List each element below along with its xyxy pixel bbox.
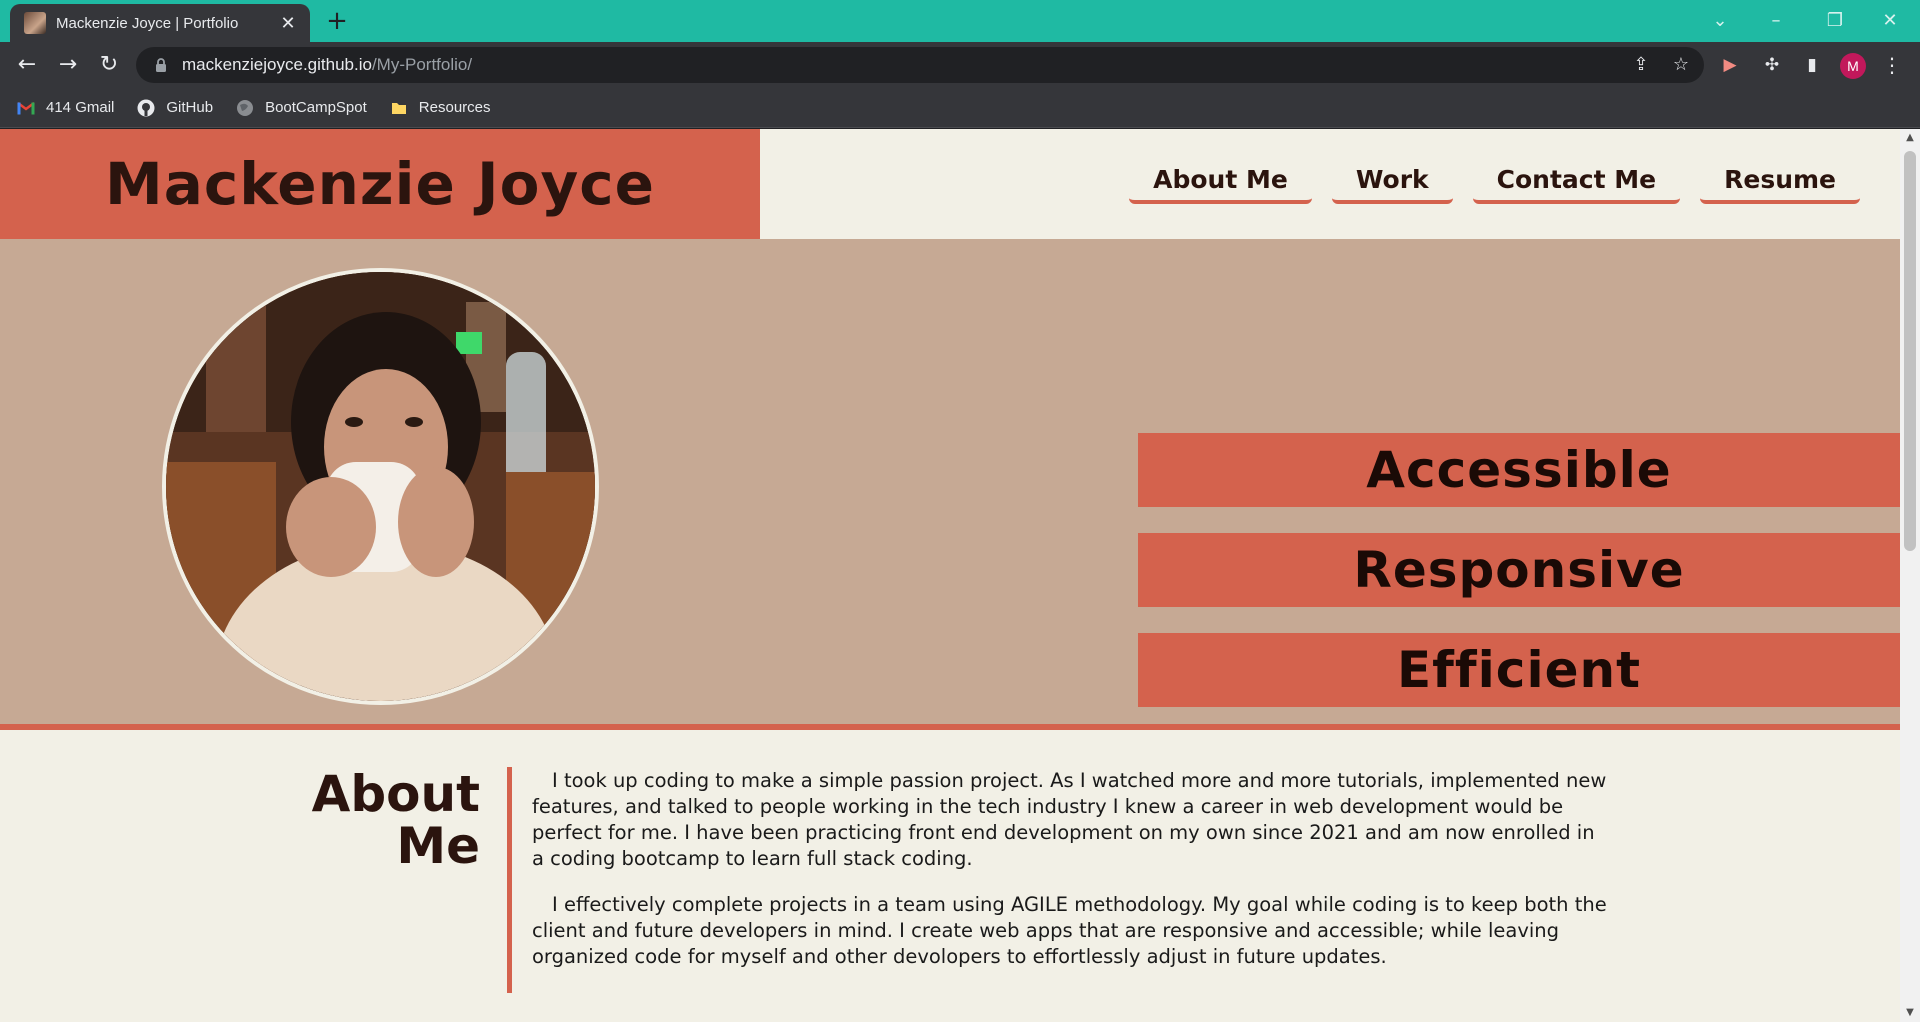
side-panel-icon[interactable]: ▮ bbox=[1800, 53, 1824, 77]
url-host: mackenziejoyce.github.io bbox=[182, 55, 372, 74]
forward-arrow-icon[interactable]: → bbox=[53, 50, 83, 80]
tab-title: Mackenzie Joyce | Portfolio bbox=[56, 14, 239, 32]
bookmark-label: 414 Gmail bbox=[46, 99, 115, 116]
site-nav: About Me Work Contact Me Resume bbox=[1129, 161, 1860, 204]
site-name: Mackenzie Joyce bbox=[105, 150, 655, 218]
folder-icon bbox=[389, 98, 409, 118]
extension-video-icon[interactable]: ▶ bbox=[1718, 53, 1742, 77]
nav-contact-me[interactable]: Contact Me bbox=[1472, 161, 1681, 204]
site-favicon-icon bbox=[24, 12, 46, 34]
about-paragraph: I effectively complete projects in a tea… bbox=[532, 893, 1607, 968]
share-icon[interactable]: ⇪ bbox=[1629, 53, 1653, 77]
bookmarks-bar: 414 Gmail GitHub BootCampSpot Resources bbox=[0, 88, 1920, 128]
bookmark-label: Resources bbox=[418, 99, 491, 116]
bookmark-github[interactable]: GitHub bbox=[136, 98, 213, 118]
name-banner: Mackenzie Joyce bbox=[0, 129, 760, 239]
gmail-icon bbox=[16, 98, 36, 118]
about-text: I took up coding to make a simple passio… bbox=[532, 768, 1607, 990]
bookmark-gmail[interactable]: 414 Gmail bbox=[16, 98, 114, 118]
bookmark-star-icon[interactable]: ☆ bbox=[1669, 53, 1693, 77]
globe-icon bbox=[235, 98, 255, 118]
about-heading-line2: Me bbox=[396, 817, 480, 875]
bookmark-label: GitHub bbox=[166, 99, 214, 116]
about-me-section: About Me I took up coding to make a simp… bbox=[0, 730, 1900, 1022]
tab-close-icon[interactable]: ✕ bbox=[278, 13, 298, 34]
nav-about-me[interactable]: About Me bbox=[1129, 161, 1312, 204]
address-bar[interactable]: mackenziejoyce.github.io/My-Portfolio/ ⇪… bbox=[136, 47, 1704, 83]
nav-resume[interactable]: Resume bbox=[1700, 161, 1860, 204]
close-window-icon[interactable]: ✕ bbox=[1870, 6, 1910, 36]
github-icon bbox=[136, 98, 156, 118]
minimize-icon[interactable]: – bbox=[1756, 6, 1796, 36]
hero-word-responsive: Responsive bbox=[1138, 533, 1900, 607]
extensions-puzzle-icon[interactable]: ✣ bbox=[1760, 53, 1784, 77]
reload-icon[interactable]: ↻ bbox=[94, 50, 124, 80]
scroll-down-arrow-icon[interactable]: ▼ bbox=[1905, 1008, 1915, 1018]
restore-window-icon[interactable]: ❐ bbox=[1815, 6, 1855, 36]
scroll-thumb[interactable] bbox=[1904, 151, 1916, 551]
site-header: Mackenzie Joyce About Me Work Contact Me… bbox=[0, 129, 1900, 239]
new-tab-plus-icon[interactable]: + bbox=[323, 7, 351, 35]
hero-word-efficient: Efficient bbox=[1138, 633, 1900, 707]
tab-strip: Mackenzie Joyce | Portfolio ✕ + ⌄ – ❐ ✕ bbox=[0, 0, 1920, 42]
profile-photo bbox=[162, 268, 599, 705]
browser-toolbar: ← → ↻ mackenziejoyce.github.io/My-Portfo… bbox=[0, 42, 1920, 88]
lock-icon[interactable] bbox=[152, 56, 170, 74]
profile-avatar[interactable]: M bbox=[1840, 53, 1866, 79]
nav-work[interactable]: Work bbox=[1331, 161, 1453, 204]
about-divider bbox=[507, 767, 512, 993]
back-arrow-icon[interactable]: ← bbox=[12, 50, 42, 80]
hero-word-accessible: Accessible bbox=[1138, 433, 1900, 507]
about-paragraph: I took up coding to make a simple passio… bbox=[532, 769, 1607, 870]
bookmark-bootcampspot[interactable]: BootCampSpot bbox=[235, 98, 367, 118]
about-heading: About Me bbox=[280, 768, 480, 872]
tab-search-chevron-down-icon[interactable]: ⌄ bbox=[1700, 6, 1740, 36]
hero-section: Accessible Responsive Efficient bbox=[0, 239, 1900, 730]
bookmark-label: BootCampSpot bbox=[265, 99, 367, 116]
page-scrollbar[interactable]: ▲ ▼ bbox=[1900, 129, 1920, 1022]
about-heading-line1: About bbox=[311, 765, 480, 823]
kebab-menu-icon[interactable]: ⋮ bbox=[1880, 53, 1904, 77]
active-tab[interactable]: Mackenzie Joyce | Portfolio ✕ bbox=[10, 4, 310, 42]
url-path: /My-Portfolio/ bbox=[371, 55, 473, 74]
bookmark-resources[interactable]: Resources bbox=[389, 98, 491, 118]
portfolio-page: Mackenzie Joyce About Me Work Contact Me… bbox=[0, 129, 1900, 1022]
scroll-up-arrow-icon[interactable]: ▲ bbox=[1905, 133, 1915, 143]
